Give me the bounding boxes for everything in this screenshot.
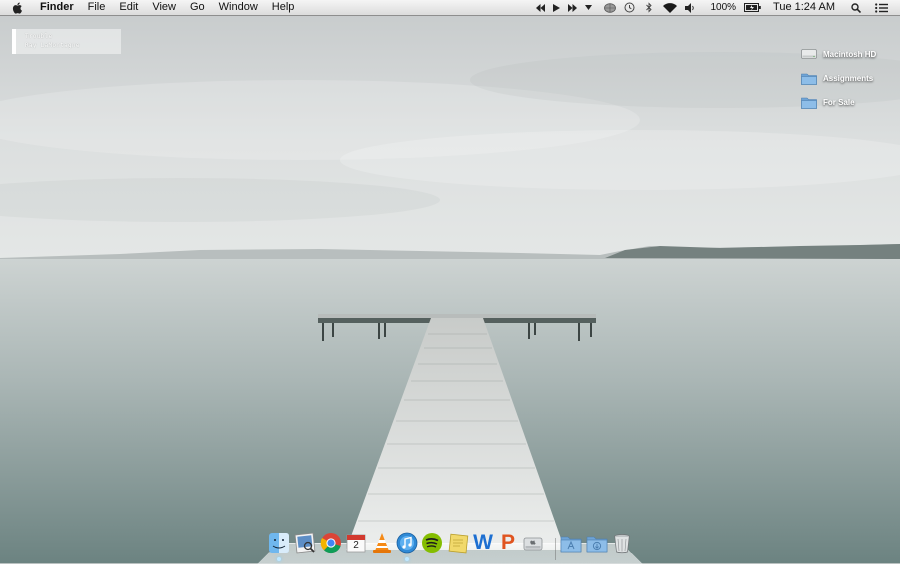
notification-center-icon[interactable] xyxy=(869,0,900,15)
dock-trash[interactable] xyxy=(611,532,633,556)
fast-forward-icon[interactable] xyxy=(564,0,581,15)
desktop-wallpaper xyxy=(0,0,900,563)
hard-drive-icon xyxy=(801,49,817,59)
dock-downloads-stack[interactable] xyxy=(586,532,608,556)
dock-preview[interactable] xyxy=(294,532,316,556)
itunes-icon xyxy=(396,532,418,554)
rewind-icon[interactable] xyxy=(532,0,549,15)
dock-word[interactable]: W xyxy=(472,532,494,556)
desktop-icon-label: Assignments xyxy=(823,73,874,83)
preview-icon xyxy=(294,532,316,554)
battery-icon[interactable] xyxy=(740,0,765,15)
stickies-icon xyxy=(448,533,469,554)
play-icon[interactable] xyxy=(549,0,564,15)
menu-help[interactable]: Help xyxy=(265,0,302,15)
folder-icon xyxy=(801,73,817,85)
dock-calendar[interactable]: 2 xyxy=(345,532,367,556)
now-playing-widget: Trouble Ray LaMontagne xyxy=(12,29,121,54)
calendar-date: 2 xyxy=(353,540,359,551)
dock-chrome[interactable] xyxy=(320,532,342,556)
desktop-icon-label: For Sale xyxy=(823,97,855,107)
dock-spotify[interactable] xyxy=(421,532,443,556)
dock-vlc[interactable] xyxy=(371,532,393,556)
time-machine-icon[interactable] xyxy=(620,0,639,15)
spotlight-search-icon[interactable] xyxy=(843,0,869,15)
menu-clock[interactable]: Tue 1:24 AM xyxy=(765,0,843,15)
dropdown-triangle-icon[interactable] xyxy=(581,0,596,15)
desktop-icon-assignments[interactable]: Assignments xyxy=(801,71,873,85)
chrome-icon xyxy=(320,533,341,554)
desktop-icon-for-sale[interactable]: For Sale xyxy=(801,95,855,109)
now-playing-track: Trouble xyxy=(25,33,53,40)
finder-icon xyxy=(269,533,289,553)
menu-window[interactable]: Window xyxy=(212,0,265,15)
dock-finder[interactable] xyxy=(268,532,290,556)
trash-icon xyxy=(614,534,630,554)
dock-itunes[interactable] xyxy=(396,532,418,556)
dock-stickies[interactable] xyxy=(447,532,469,556)
folder-icon xyxy=(801,97,817,109)
wifi-icon[interactable] xyxy=(659,0,681,15)
apple-logo-icon[interactable] xyxy=(0,1,33,14)
bluetooth-icon[interactable] xyxy=(639,0,659,15)
apple-hardware-icon xyxy=(523,537,543,551)
menu-app-name[interactable]: Finder xyxy=(33,0,81,15)
menu-bar: Finder File Edit View Go Window Help 100… xyxy=(0,0,900,16)
dock-boot-camp-assistant[interactable] xyxy=(522,532,544,556)
dock-applications-stack[interactable] xyxy=(560,532,582,556)
word-letter: W xyxy=(473,531,493,554)
powerpoint-letter: P xyxy=(500,531,515,554)
menu-go[interactable]: Go xyxy=(183,0,212,15)
menu-edit[interactable]: Edit xyxy=(112,0,145,15)
desktop-icon-label: Macintosh HD xyxy=(823,49,877,59)
dock-powerpoint[interactable]: P xyxy=(497,532,519,556)
now-playing-artist: Ray LaMontagne xyxy=(25,42,80,49)
applications-folder-icon xyxy=(560,536,582,553)
network-globe-icon[interactable] xyxy=(596,0,620,15)
menu-view[interactable]: View xyxy=(145,0,183,15)
battery-percent[interactable]: 100% xyxy=(700,0,740,15)
spotify-icon xyxy=(422,533,442,553)
volume-icon[interactable] xyxy=(681,0,700,15)
menu-file[interactable]: File xyxy=(81,0,113,15)
downloads-folder-icon xyxy=(586,536,608,553)
vlc-cone-icon xyxy=(373,533,391,553)
desktop-icon-macintosh-hd[interactable]: Macintosh HD xyxy=(801,47,876,61)
